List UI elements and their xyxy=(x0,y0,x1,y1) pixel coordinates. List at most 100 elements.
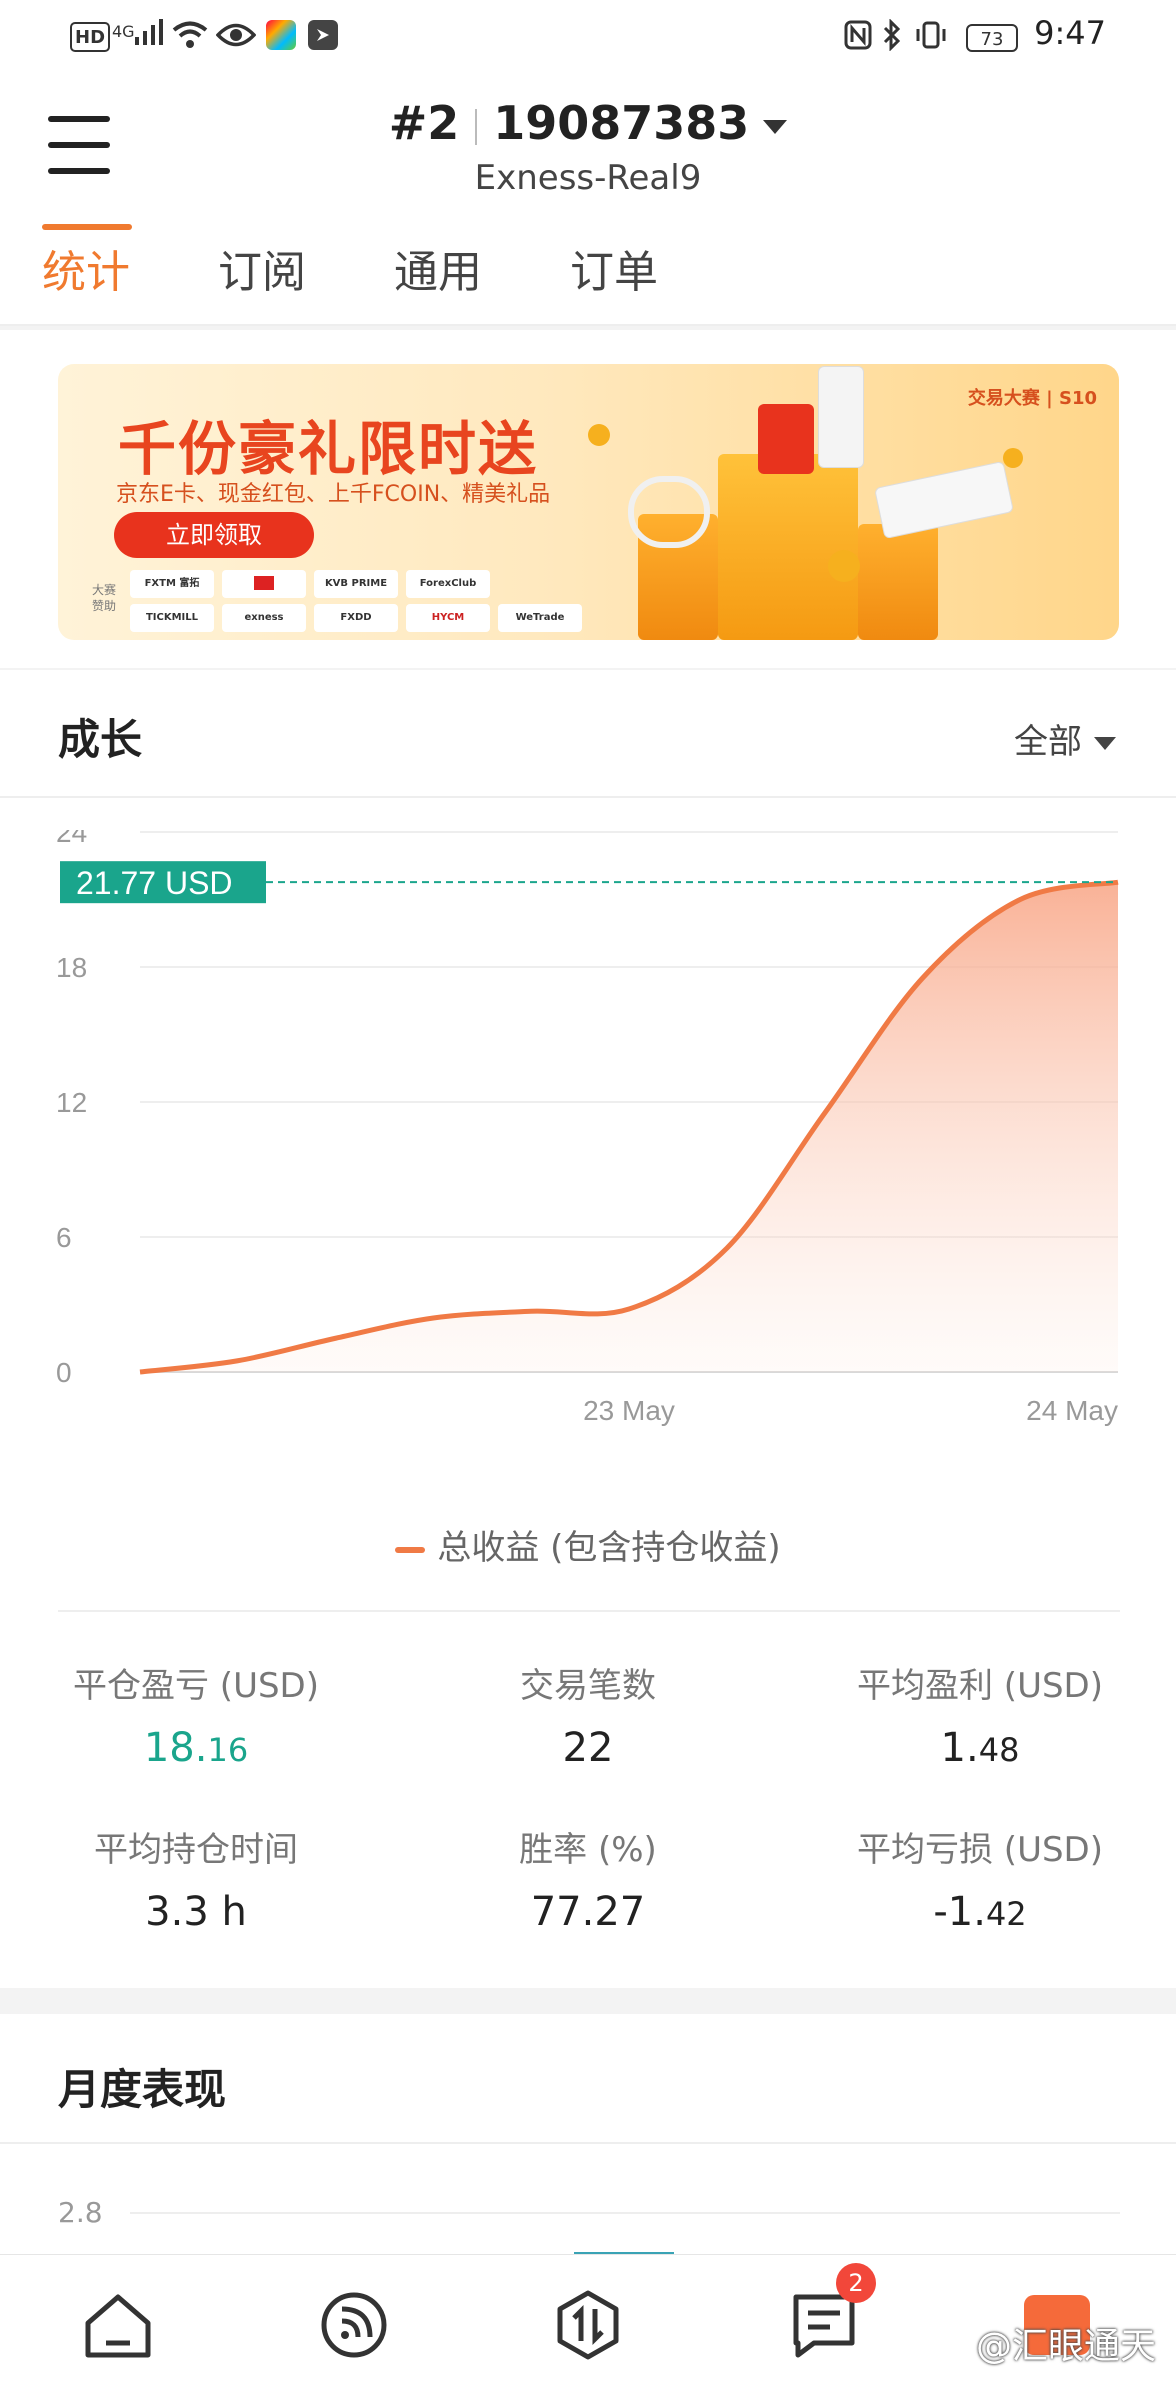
growth-chart: 24 18 12 6 0 23 May 24 May 21.77 USD xyxy=(56,830,1119,1426)
sponsor-logo: FXDD xyxy=(314,604,398,632)
stat-value: -1.42 xyxy=(933,1889,1027,1935)
messages-badge: 2 xyxy=(836,2263,876,2303)
active-tab-indicator xyxy=(42,224,132,230)
y-tick-label: 2.8 xyxy=(58,2196,103,2229)
app-notification-icon xyxy=(266,20,296,50)
gift-illustration xyxy=(858,524,938,640)
bluetooth-icon xyxy=(882,18,902,52)
stat-value: 1.48 xyxy=(940,1725,1020,1771)
account-server: Exness-Real9 xyxy=(474,158,702,198)
account-selector[interactable]: #2 19087383 xyxy=(0,96,1176,150)
tab-subscribe[interactable]: 订阅 xyxy=(218,236,306,300)
x-tick-label: 23 May xyxy=(583,1395,675,1426)
y-tick-label: 24 xyxy=(56,830,87,848)
feed-icon[interactable] xyxy=(314,2285,394,2365)
signal-icon: 4G xyxy=(112,14,165,48)
stat-label: 平均持仓时间 xyxy=(94,1830,298,1870)
stat-closed-pnl: 平仓盈亏 (USD) 18.16 xyxy=(0,1658,392,1771)
stat-trade-count: 交易笔数 22 xyxy=(392,1658,784,1771)
account-rank: #2 xyxy=(388,96,460,150)
nfc-icon xyxy=(844,18,872,52)
stat-label: 交易笔数 xyxy=(520,1666,656,1706)
sponsor-logo: HYCM xyxy=(406,604,490,632)
speaker-illustration xyxy=(818,366,864,468)
coin-illustration xyxy=(1003,448,1023,468)
banner-brand: 交易大赛 | S10 xyxy=(967,388,1097,409)
wifi-icon xyxy=(172,18,208,52)
account-number: 19087383 xyxy=(493,96,750,150)
stat-avg-profit: 平均盈利 (USD) 1.48 xyxy=(784,1658,1176,1771)
clock: 9:47 xyxy=(1034,14,1106,52)
chart-area xyxy=(140,882,1118,1372)
growth-title: 成长 xyxy=(58,715,143,764)
gift-illustration xyxy=(718,454,858,640)
battery-icon: 73 xyxy=(966,21,1018,55)
grid-line xyxy=(130,2212,1120,2214)
keyboard-illustration xyxy=(874,460,1014,540)
sponsor-logo xyxy=(222,570,306,598)
tab-orders[interactable]: 订单 xyxy=(570,236,658,300)
headphones-illustration xyxy=(628,476,710,548)
monthly-title: 月度表现 xyxy=(58,2065,227,2114)
current-value-label: 21.77 USD xyxy=(76,865,233,901)
stat-value: 22 xyxy=(562,1725,614,1771)
y-tick-label: 0 xyxy=(56,1357,72,1388)
growth-range-dropdown[interactable]: 全部 xyxy=(1014,714,1116,763)
divider xyxy=(0,796,1176,798)
y-tick-label: 18 xyxy=(56,952,87,983)
stat-value: 18.16 xyxy=(143,1725,249,1771)
chart-legend[interactable]: 总收益 (包含持仓收益) xyxy=(0,1520,1176,1569)
sponsor-logo: TICKMILL xyxy=(130,604,214,632)
trade-icon[interactable] xyxy=(548,2285,628,2365)
legend-label: 总收益 (包含持仓收益) xyxy=(437,1528,781,1568)
divider xyxy=(0,2142,1176,2144)
messages-icon[interactable]: 2 xyxy=(784,2263,876,2365)
home-icon[interactable] xyxy=(78,2285,158,2365)
battery-level: 73 xyxy=(966,24,1018,52)
chevron-down-icon xyxy=(1094,737,1116,750)
x-tick-label: 24 May xyxy=(1026,1395,1118,1426)
growth-card: 成长 全部 24 18 12 6 0 23 May 24 May 21.77 USD 总收… xyxy=(0,670,1176,1988)
hd-icon: HD xyxy=(70,22,111,52)
banner-subtitle: 京东E卡、现金红包、上千FCOIN、精美礼品 xyxy=(116,482,551,507)
stat-avg-holding-time: 平均持仓时间 3.3 h xyxy=(0,1822,392,1935)
sponsor-logo: WeTrade xyxy=(498,604,582,632)
stat-label: 平均亏损 (USD) xyxy=(857,1830,1103,1870)
sponsor-logo: ForexClub xyxy=(406,570,490,598)
stat-label: 平仓盈亏 (USD) xyxy=(73,1666,319,1706)
divider xyxy=(58,1610,1120,1612)
stat-label: 胜率 (%) xyxy=(519,1830,657,1870)
y-tick-label: 12 xyxy=(56,1087,87,1118)
tab-bar: 统计 订阅 通用 订单 xyxy=(0,236,1176,326)
banner-title: 千份豪礼限时送 xyxy=(118,415,539,483)
coin-illustration xyxy=(828,550,860,582)
growth-range-value: 全部 xyxy=(1014,722,1082,762)
signal-label: 4G xyxy=(112,21,135,41)
chevron-down-icon xyxy=(763,119,788,134)
y-tick-label: 6 xyxy=(56,1222,72,1253)
sponsor-logo: exness xyxy=(222,604,306,632)
tab-statistics[interactable]: 统计 xyxy=(42,236,130,300)
banner-section: 千份豪礼限时送 京东E卡、现金红包、上千FCOIN、精美礼品 立即领取 交易大赛… xyxy=(0,330,1176,668)
stat-value: 3.3 h xyxy=(145,1889,247,1935)
stat-win-rate: 胜率 (%) 77.27 xyxy=(392,1822,784,1935)
header: #2 19087383 Exness-Real9 统计 订阅 通用 订单 xyxy=(0,70,1176,326)
promo-banner[interactable]: 千份豪礼限时送 京东E卡、现金红包、上千FCOIN、精美礼品 立即领取 交易大赛… xyxy=(58,364,1119,640)
bottom-nav: 2 @汇眼通天 xyxy=(0,2254,1176,2401)
sponsor-logo: KVB PRIME xyxy=(314,570,398,598)
app-notification-icon xyxy=(308,20,338,50)
coin-illustration xyxy=(588,424,610,446)
vibrate-icon xyxy=(914,18,948,52)
stat-avg-loss: 平均亏损 (USD) -1.42 xyxy=(784,1822,1176,1935)
sponsor-logo: FXTM 富拓 xyxy=(130,570,214,598)
claim-button[interactable]: 立即领取 xyxy=(114,512,314,558)
stat-value: 77.27 xyxy=(530,1889,646,1935)
stat-label: 平均盈利 (USD) xyxy=(857,1666,1103,1706)
tab-general[interactable]: 通用 xyxy=(394,236,482,300)
monthly-performance-card: 月度表现 2.8 xyxy=(0,2014,1176,2258)
eye-icon xyxy=(216,18,256,52)
status-bar: HD 4G 73 9:47 xyxy=(0,0,1176,70)
sponsor-label: 大赛赞助 xyxy=(92,583,117,613)
watermark: @汇眼通天 xyxy=(975,2326,1156,2367)
legend-swatch xyxy=(395,1546,426,1553)
